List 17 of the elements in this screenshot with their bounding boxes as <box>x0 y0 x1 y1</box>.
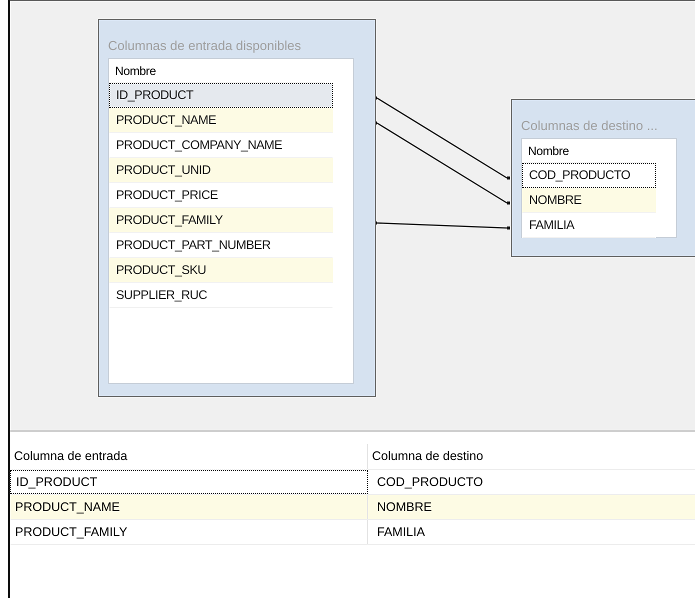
column-item[interactable]: PRODUCT_UNID <box>109 158 333 183</box>
table-cell-text: FAMILIA <box>376 524 426 541</box>
box-title: Columnas de destino ... <box>521 118 659 134</box>
column-item[interactable]: NOMBRE <box>522 188 656 213</box>
table-cell-text: NOMBRE <box>376 498 433 516</box>
box-title: Columnas de entrada disponibles <box>108 38 302 54</box>
column-item[interactable]: PRODUCT_SKU <box>109 258 333 283</box>
column-header[interactable]: Columna de entrada <box>10 444 368 469</box>
table-cell: PRODUCT_NAME <box>10 495 368 519</box>
table-cell: PRODUCT_FAMILY <box>10 520 368 544</box>
table-cell: ID_PRODUCT <box>10 470 368 494</box>
column-header[interactable]: Columna de destino <box>368 444 695 469</box>
column-item[interactable]: COD_PRODUCTO <box>522 163 656 188</box>
table-cell-text: COD_PRODUCTO <box>376 474 484 491</box>
column-item[interactable]: PRODUCT_FAMILY <box>109 208 333 233</box>
column-item[interactable]: PRODUCT_NAME <box>109 108 333 133</box>
column-item[interactable]: ID_PRODUCT <box>109 83 333 108</box>
